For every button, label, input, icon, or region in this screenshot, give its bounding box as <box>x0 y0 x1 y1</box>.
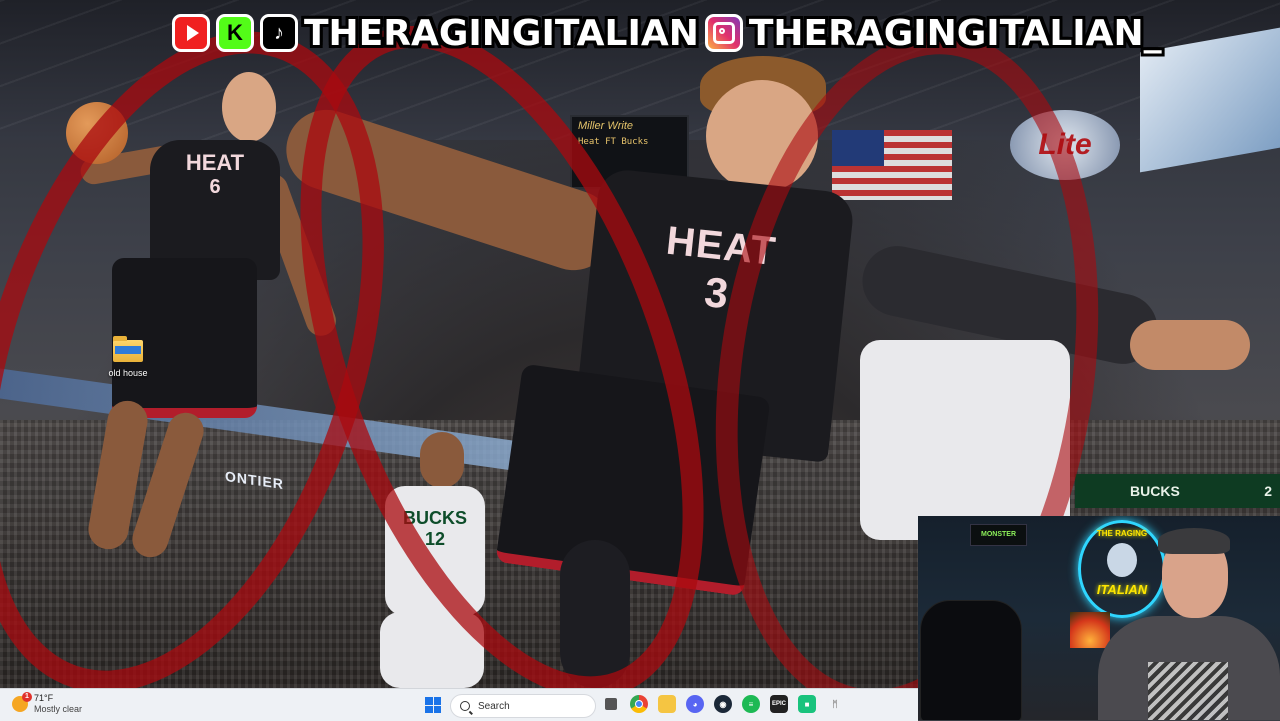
monster-sign: MONSTER <box>970 524 1027 546</box>
youtube-icon <box>172 14 210 52</box>
scoreboard-row: Heat FT Bucks <box>578 137 649 147</box>
shirt-print <box>1148 662 1228 720</box>
social-handles-banner: K ♪ THERAGINGITALIAN THERAGINGITALIAN_ <box>172 10 1162 56</box>
weather-widget[interactable]: 1 71°F Mostly clear <box>12 692 83 715</box>
search-icon <box>460 701 470 711</box>
streamer-hair <box>1158 528 1230 554</box>
bucks-sign-score: 2 <box>1264 483 1272 499</box>
weather-condition: Mostly clear <box>34 704 83 714</box>
weather-alert-badge: 1 <box>22 692 32 702</box>
neon-face-icon <box>1107 543 1137 577</box>
steam-icon[interactable]: ◉ <box>714 695 732 713</box>
handle-instagram: THERAGINGITALIAN_ <box>748 12 1162 54</box>
desktop-icon-old-house[interactable]: old house <box>104 336 152 378</box>
handle-primary: THERAGINGITALIAN <box>304 12 699 54</box>
bucks-sign: BUCKS 2 <box>1075 474 1280 508</box>
fireplace <box>1070 612 1110 648</box>
webcam-feed: MONSTER THE RAGING ITALIAN <box>918 516 1280 720</box>
desktop-icon-label: old house <box>108 368 148 378</box>
tiktok-icon: ♪ <box>260 14 298 52</box>
task-view-icon[interactable] <box>602 695 620 713</box>
start-button[interactable] <box>425 697 441 713</box>
monitor-icon[interactable]: ᛗ <box>826 695 844 713</box>
bucks-sign-text: BUCKS <box>1130 483 1180 499</box>
file-explorer-icon[interactable] <box>658 695 676 713</box>
neon-logo-sign: THE RAGING ITALIAN <box>1078 520 1166 618</box>
search-placeholder: Search <box>478 700 510 712</box>
kick-icon: K <box>216 14 254 52</box>
taskbar-apps: ◕ ◉ ≡ EPIC ■ ᛗ <box>602 695 844 713</box>
taskbar-search[interactable]: Search <box>450 694 596 718</box>
chrome-icon[interactable] <box>630 695 648 713</box>
weather-sun-icon: 1 <box>12 692 32 712</box>
instagram-icon <box>704 14 743 52</box>
weather-temp: 71°F <box>34 693 54 703</box>
epic-games-icon[interactable]: EPIC <box>770 695 788 713</box>
scoreboard-brand: Miller Write <box>578 120 633 132</box>
green-app-icon[interactable]: ■ <box>798 695 816 713</box>
discord-icon[interactable]: ◕ <box>686 695 704 713</box>
taskbar: 1 71°F Mostly clear Search ◕ ◉ ≡ EPIC ■ … <box>0 688 918 721</box>
spotify-icon[interactable]: ≡ <box>742 695 760 713</box>
gaming-chair <box>920 600 1022 720</box>
folder-icon <box>113 336 143 362</box>
